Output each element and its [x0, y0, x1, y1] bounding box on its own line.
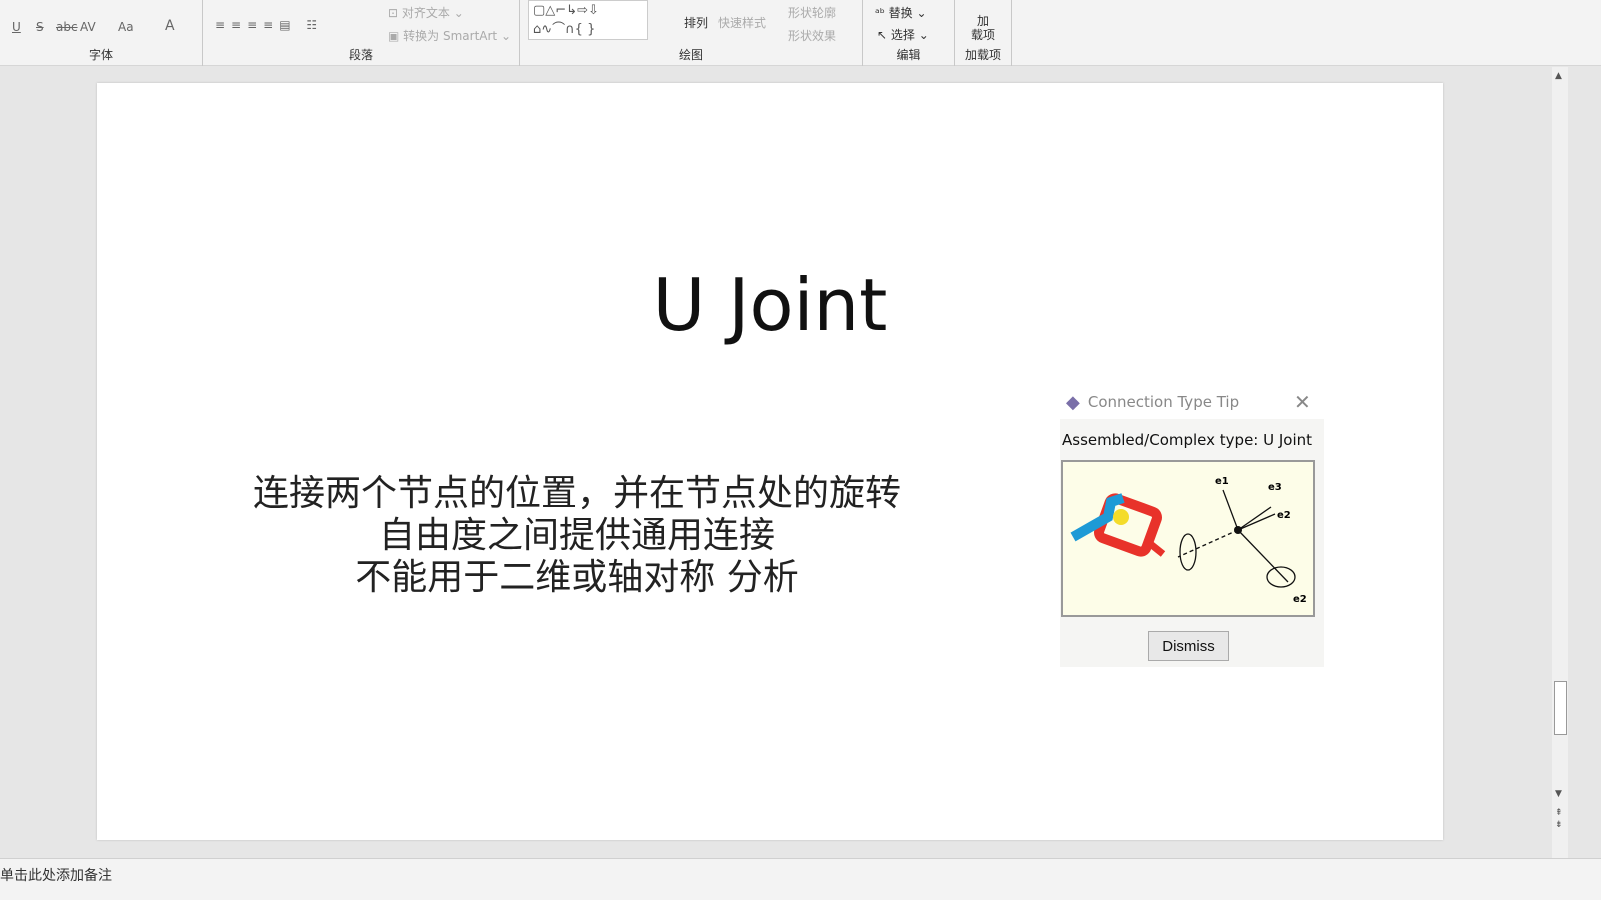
- align-text-button[interactable]: ⊡ 对齐文本 ⌄: [388, 4, 464, 21]
- notes-pane[interactable]: 单击此处添加备注: [0, 858, 1601, 900]
- char-spacing-button[interactable]: AV: [80, 20, 96, 34]
- paragraph-group-label: 段落: [348, 48, 373, 62]
- connector-icon: ◆: [1066, 391, 1080, 413]
- body-line: 自由度之间提供通用连接: [378, 515, 775, 556]
- font-group-label: 字体: [88, 48, 113, 62]
- vertical-scrollbar[interactable]: ▲ ▼ ⇞ ⇟: [1552, 67, 1568, 867]
- addins-group: 加 载项 加载项: [955, 0, 1012, 66]
- shape-outline-button[interactable]: 形状轮廓: [788, 4, 836, 21]
- quick-styles-button[interactable]: 快速样式: [718, 14, 766, 31]
- prev-next-slide-icon[interactable]: ⇞ ⇟: [1555, 807, 1563, 831]
- change-case-button[interactable]: Aa: [118, 20, 134, 34]
- scrollbar-thumb[interactable]: [1554, 681, 1567, 735]
- tip-header: ◆ Connection Type Tip ✕: [1060, 385, 1324, 419]
- e1-label: e1: [1215, 476, 1229, 487]
- addins-group-label: 加载项: [964, 48, 1001, 62]
- u-joint-diagram: e1 e3 e2 e2: [1061, 460, 1315, 617]
- ribbon: U S abc AV Aa A 字体 ≡≡≡≡▤ ☷ ⊡ 对齐文本 ⌄ ▣ 转换…: [0, 0, 1601, 66]
- font-group: U S abc AV Aa A 字体: [0, 0, 203, 66]
- editing-group-label: 编辑: [896, 48, 921, 62]
- shapes-gallery[interactable]: ▢△⌐↳⇨⇩ ⌂∿⌒∩{ }: [528, 0, 648, 40]
- paragraph-group: ≡≡≡≡▤ ☷ ⊡ 对齐文本 ⌄ ▣ 转换为 SmartArt ⌄ 段落: [203, 0, 520, 66]
- addins-button[interactable]: 加 载项: [971, 14, 995, 42]
- body-line: 连接两个节点的位置，并在节点处的旋转: [252, 473, 901, 514]
- shape-effects-button[interactable]: 形状效果: [788, 27, 836, 44]
- e2-label: e2: [1277, 510, 1291, 521]
- font-color-button[interactable]: A: [165, 18, 175, 34]
- slide-body[interactable]: 连接两个节点的位置，并在节点处的旋转 自由度之间提供通用连接 不能用于二维或轴对…: [227, 473, 927, 599]
- e3-label: e3: [1268, 482, 1282, 493]
- shadow-button[interactable]: S: [36, 20, 44, 34]
- e2b-label: e2: [1293, 594, 1307, 605]
- connection-type-tip-dialog: ◆ Connection Type Tip ✕ Assembled/Comple…: [1060, 385, 1324, 667]
- editing-group: ᵃᵇ 替换 ⌄ ↖ 选择 ⌄ 编辑: [863, 0, 955, 66]
- align-buttons[interactable]: ≡≡≡≡▤ ☷: [215, 18, 323, 32]
- drawing-group: ▢△⌐↳⇨⇩ ⌂∿⌒∩{ } 排列 快速样式 形状轮廓 形状效果 绘图: [520, 0, 863, 66]
- notes-placeholder[interactable]: 单击此处添加备注: [0, 865, 112, 885]
- drawing-group-label: 绘图: [678, 48, 703, 62]
- underline-button[interactable]: U: [12, 20, 21, 34]
- dismiss-button[interactable]: Dismiss: [1148, 631, 1229, 661]
- close-icon[interactable]: ✕: [1294, 390, 1311, 414]
- body-line: 不能用于二维或轴对称 分析: [355, 557, 799, 598]
- strikethrough-button[interactable]: abc: [56, 20, 78, 34]
- arrange-button[interactable]: 排列: [684, 14, 708, 31]
- select-button[interactable]: ↖ 选择 ⌄: [877, 26, 929, 43]
- tip-title: Connection Type Tip: [1087, 393, 1240, 411]
- scroll-up-icon[interactable]: ▲: [1555, 71, 1562, 81]
- replace-button[interactable]: ᵃᵇ 替换 ⌄: [875, 4, 927, 21]
- tip-subtitle: Assembled/Complex type: U Joint: [1062, 431, 1313, 449]
- scroll-down-icon[interactable]: ▼: [1555, 789, 1562, 799]
- convert-smartart-button[interactable]: ▣ 转换为 SmartArt ⌄: [388, 27, 511, 44]
- slide-title[interactable]: U Joint: [97, 263, 1443, 347]
